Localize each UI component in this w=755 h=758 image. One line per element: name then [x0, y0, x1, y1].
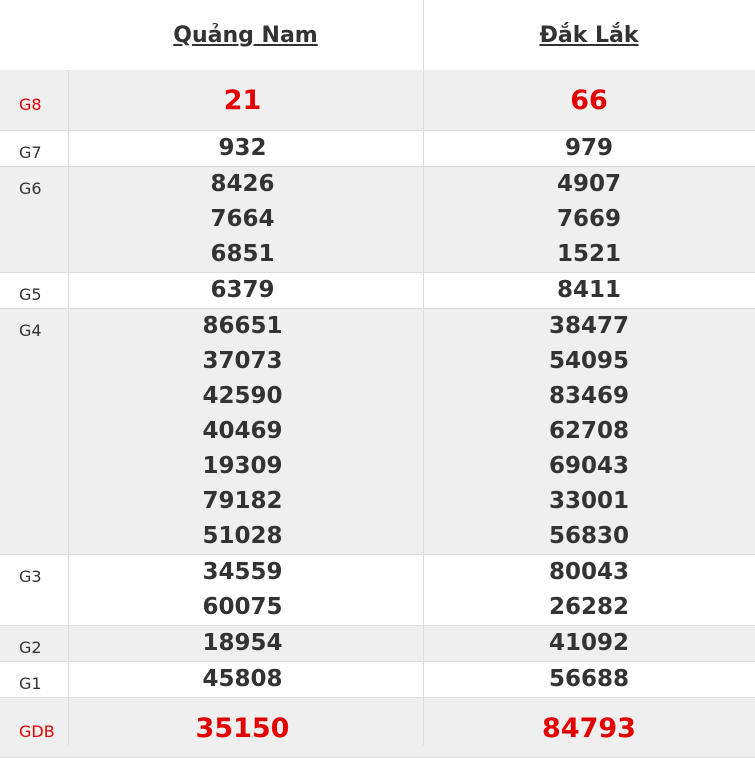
prize-number: 54095	[548, 348, 630, 374]
prize-label-text: G5	[19, 285, 42, 304]
prize-label-text: G6	[19, 179, 42, 198]
prize-number: 41092	[548, 630, 630, 656]
prize-label: G3	[0, 555, 68, 625]
prize-number: 38477	[548, 313, 630, 339]
prize-cell-quang-nam: 8426 7664 6851	[68, 167, 423, 272]
prize-number: 4907	[556, 171, 621, 197]
prize-cell-quang-nam: 35150	[68, 711, 423, 746]
prize-number: 35150	[195, 712, 290, 744]
prize-label-text: G4	[19, 321, 42, 340]
province-header-dak-lak[interactable]: Đắk Lắk	[423, 0, 755, 70]
prize-number: 979	[564, 135, 613, 161]
prize-label: G6	[0, 167, 68, 272]
prize-cell-quang-nam: 932	[68, 131, 423, 166]
prize-cell-dak-lak: 84793	[423, 711, 755, 746]
prize-number: 37073	[202, 348, 283, 374]
prize-row-g6: G6 8426 7664 6851 4907 7669 1521	[0, 167, 755, 273]
prize-number: 1521	[556, 241, 621, 267]
prize-number: 45808	[202, 666, 283, 692]
prize-number: 40469	[202, 418, 283, 444]
prize-cell-dak-lak: 66	[423, 83, 755, 118]
prize-cell-dak-lak: 4907 7669 1521	[423, 167, 755, 272]
prize-cell-quang-nam: 86651 37073 42590 40469 19309 79182 51028	[68, 309, 423, 554]
prize-number: 66	[570, 85, 608, 116]
prize-number: 79182	[202, 488, 283, 514]
prize-number: 8411	[556, 277, 621, 303]
prize-number: 19309	[202, 453, 283, 479]
prize-cell-quang-nam: 45808	[68, 662, 423, 697]
prize-number: 51028	[202, 523, 283, 549]
prize-cell-dak-lak: 80043 26282	[423, 555, 755, 625]
prize-row-g8: G8 21 66	[0, 70, 755, 131]
prize-row-g4: G4 86651 37073 42590 40469 19309 79182 51028 384…	[0, 309, 755, 555]
prize-number: 7669	[556, 206, 621, 232]
prize-label-text: G1	[19, 674, 42, 693]
prize-label: G2	[0, 626, 68, 661]
prize-label: G4	[0, 309, 68, 554]
prize-label: G8	[0, 70, 68, 130]
prize-cell-dak-lak: 56688	[423, 662, 755, 697]
prize-number: 62708	[548, 418, 630, 444]
prize-number: 8426	[210, 171, 275, 197]
prize-row-g7: G7 932 979	[0, 131, 755, 167]
prize-number: 86651	[202, 313, 283, 339]
prize-label: GDB	[0, 698, 68, 757]
prize-cell-dak-lak: 38477 54095 83469 62708 69043 33001 56830	[423, 309, 755, 554]
prize-row-gdb: GDB 35150 84793	[0, 698, 755, 758]
prize-row-g2: G2 18954 41092	[0, 626, 755, 662]
lottery-results-table: Quảng Nam Đắk Lắk G8 21 66 G7 932 979 G6 8426 76…	[0, 0, 755, 758]
prize-cell-quang-nam: 6379	[68, 273, 423, 308]
prize-number: 18954	[202, 630, 283, 656]
prize-number: 42590	[202, 383, 283, 409]
prize-row-g5: G5 6379 8411	[0, 273, 755, 309]
prize-number: 60075	[202, 594, 283, 620]
prize-number: 83469	[548, 383, 630, 409]
column-divider	[68, 70, 69, 745]
prize-number: 56688	[548, 666, 630, 692]
prize-label-text: G8	[19, 94, 42, 114]
prize-number: 6851	[210, 241, 275, 267]
prize-number: 6379	[210, 277, 275, 303]
prize-number: 84793	[542, 712, 636, 744]
prize-label-text: GDB	[19, 722, 55, 741]
prize-number: 932	[218, 135, 267, 161]
prize-number: 56830	[548, 523, 630, 549]
prize-cell-dak-lak: 41092	[423, 626, 755, 661]
prize-number: 33001	[548, 488, 630, 514]
prize-number: 26282	[548, 594, 630, 620]
prize-cell-quang-nam: 34559 60075	[68, 555, 423, 625]
prize-number: 69043	[548, 453, 630, 479]
prize-label-text: G2	[19, 638, 42, 657]
prize-label: G5	[0, 273, 68, 308]
prize-label-text: G3	[19, 567, 42, 586]
table-header: Quảng Nam Đắk Lắk	[0, 0, 755, 71]
prize-row-g1: G1 45808 56688	[0, 662, 755, 698]
prize-row-g3: G3 34559 60075 80043 26282	[0, 555, 755, 626]
province-header-quang-nam[interactable]: Quảng Nam	[68, 0, 423, 70]
column-divider	[423, 0, 424, 745]
prize-number: 21	[223, 85, 262, 116]
prize-cell-quang-nam: 18954	[68, 626, 423, 661]
prize-number: 80043	[548, 559, 630, 585]
prize-cell-dak-lak: 979	[423, 131, 755, 166]
prize-label: G7	[0, 131, 68, 166]
prize-label-text: G7	[19, 143, 42, 162]
prize-cell-quang-nam: 21	[68, 83, 423, 118]
prize-number: 7664	[210, 206, 275, 232]
prize-cell-dak-lak: 8411	[423, 273, 755, 308]
prize-number: 34559	[202, 559, 283, 585]
prize-label: G1	[0, 662, 68, 697]
